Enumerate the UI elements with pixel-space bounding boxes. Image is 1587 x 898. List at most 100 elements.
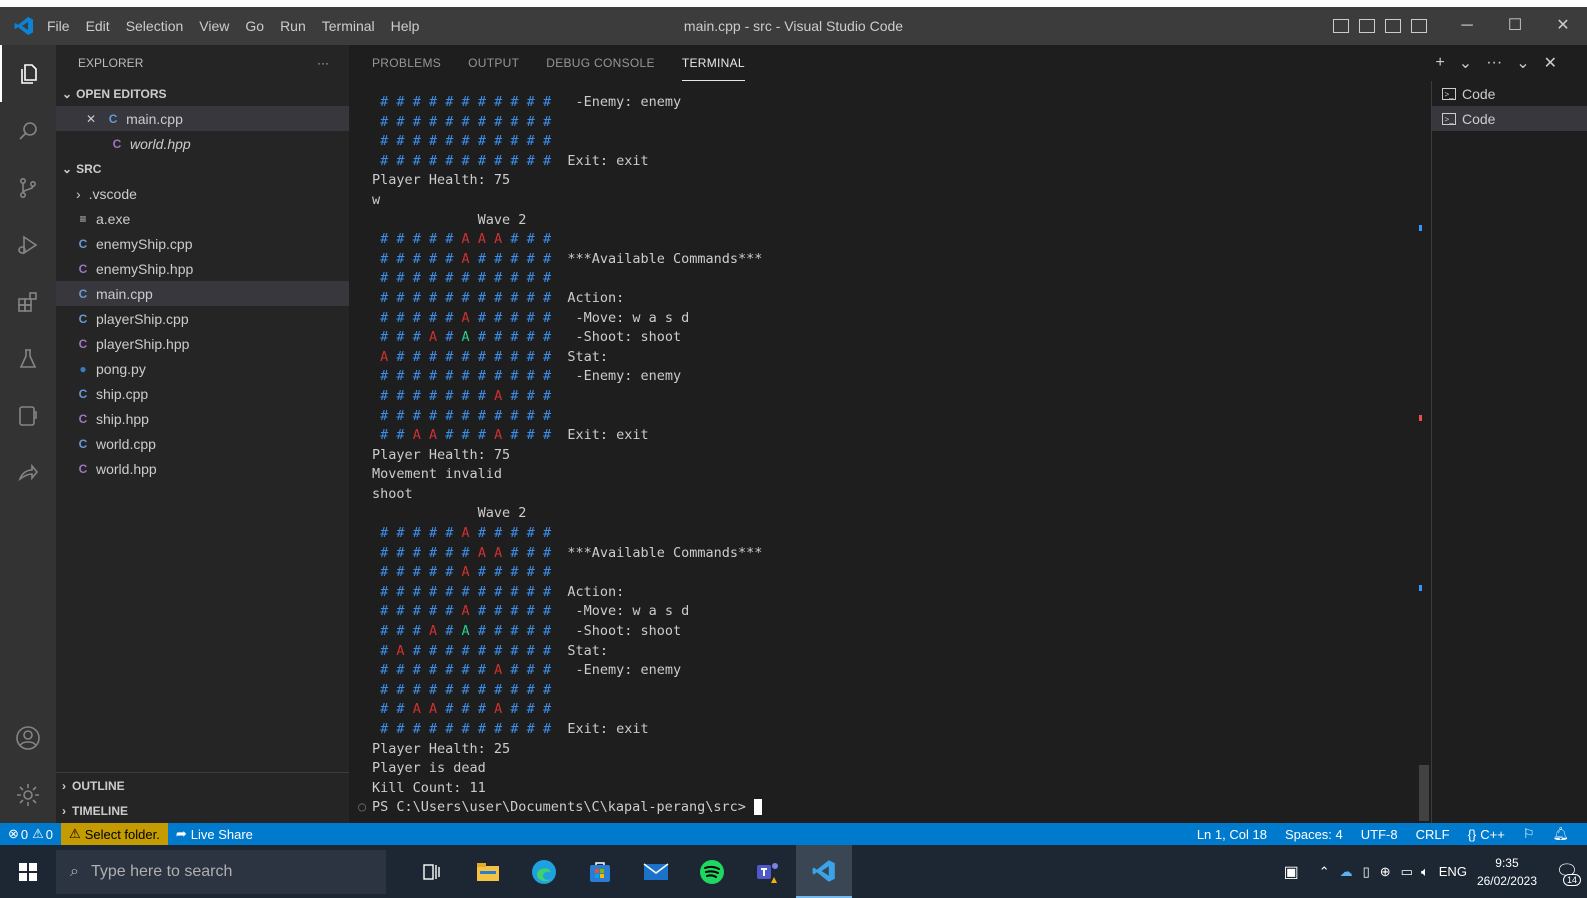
file-item[interactable]: CenemyShip.hpp (56, 256, 349, 281)
warning-icon: ⚠ (69, 826, 81, 841)
outline-section[interactable]: › OUTLINE (56, 773, 349, 798)
indentation[interactable]: Spaces: 4 (1277, 823, 1351, 845)
new-terminal-icon[interactable]: + (1435, 54, 1444, 72)
tab-debug-console[interactable]: DEBUG CONSOLE (546, 45, 655, 81)
notifications-bell-icon[interactable]: 🔔︎ (1544, 823, 1577, 845)
remote-explorer-icon[interactable] (0, 387, 56, 444)
toggle-secondary-sidebar-icon[interactable] (1385, 19, 1401, 33)
store-icon[interactable] (572, 845, 628, 898)
tab-problems[interactable]: PROBLEMS (372, 45, 441, 81)
file-item[interactable]: CenemyShip.cpp (56, 231, 349, 256)
terminal-line: # # # A # A # # # # # -Shoot: shoot (380, 623, 682, 640)
terminal-line: # # # # # # # # # # # -Enemy: enemy (380, 368, 682, 385)
windows-start-icon[interactable] (0, 845, 56, 898)
cursor-position[interactable]: Ln 1, Col 18 (1189, 823, 1275, 845)
terminal-item[interactable]: >_ Code (1432, 81, 1587, 106)
battery-icon[interactable]: ▭ (1401, 864, 1413, 880)
more-actions-icon[interactable]: ··· (317, 56, 329, 70)
menu-run[interactable]: Run (273, 7, 313, 45)
edge-icon[interactable] (516, 845, 572, 898)
testing-icon[interactable] (0, 330, 56, 387)
notification-center-icon[interactable]: 🗨︎ 14 (1547, 845, 1587, 898)
maximize-panel-icon[interactable]: ⌄ (1516, 53, 1529, 73)
extensions-icon[interactable] (0, 273, 56, 330)
timeline-title: TIMELINE (72, 803, 128, 818)
more-actions-icon[interactable]: ··· (1486, 54, 1502, 72)
vscode-icon[interactable] (796, 845, 852, 898)
close-panel-icon[interactable]: ✕ (1544, 53, 1557, 73)
menu-edit[interactable]: Edit (79, 7, 117, 45)
toggle-primary-sidebar-icon[interactable] (1333, 19, 1349, 33)
terminal-output[interactable]: # # # # # # # # # # # -Enemy: enemy # # … (358, 93, 1422, 823)
file-item[interactable]: ≡ a.exe (56, 206, 349, 231)
file-item[interactable]: CplayerShip.hpp (56, 331, 349, 356)
menu-view[interactable]: View (192, 7, 236, 45)
cpp-file-icon: C (78, 286, 88, 301)
teams-icon[interactable] (740, 845, 796, 898)
live-share-feedback-icon[interactable]: ⚐ (1515, 823, 1543, 845)
encoding[interactable]: UTF-8 (1353, 823, 1406, 845)
language-mode[interactable]: {} C++ (1460, 823, 1513, 845)
settings-gear-icon[interactable] (0, 766, 56, 823)
tab-output[interactable]: OUTPUT (468, 45, 519, 81)
close-icon[interactable]: ✕ (86, 112, 96, 126)
file-item[interactable]: Cmain.cpp (56, 281, 349, 306)
terminal-scrollbar[interactable] (1417, 81, 1431, 823)
terminal-line: Player Health: 25 (372, 740, 511, 757)
line-ending[interactable]: CRLF (1408, 823, 1458, 845)
terminal-line: # # # # # # # # # # # (380, 681, 552, 698)
braces-icon: {} (1467, 826, 1477, 842)
live-share-icon[interactable] (0, 444, 56, 501)
taskbar-search-box[interactable]: ⌕ Type here to search (56, 849, 386, 894)
file-item[interactable]: Cworld.hpp (56, 456, 349, 481)
terminal-item[interactable]: >_ Code (1432, 106, 1587, 131)
show-hidden-icons[interactable]: ⌃ (1319, 864, 1330, 880)
open-editors-section[interactable]: ⌄ OPEN EDITORS (56, 81, 349, 106)
vscode-logo-icon[interactable] (8, 7, 40, 45)
news-widget-icon[interactable]: ▣ (1284, 862, 1299, 882)
file-item[interactable]: ● pong.py (56, 356, 349, 381)
file-item[interactable]: Cship.cpp (56, 381, 349, 406)
src-folder-section[interactable]: ⌄ SRC (56, 156, 349, 181)
search-icon[interactable] (0, 102, 56, 159)
minimize-button[interactable]: ─ (1443, 7, 1491, 45)
spotify-icon[interactable] (684, 845, 740, 898)
menu-go[interactable]: Go (238, 7, 271, 45)
file-item[interactable]: Cship.hpp (56, 406, 349, 431)
live-share-status[interactable]: ➦ Live Share (168, 823, 261, 845)
onedrive-icon[interactable]: ☁ (1340, 864, 1353, 880)
select-folder-status[interactable]: ⚠ Select folder. (61, 823, 168, 845)
close-button[interactable]: ✕ (1539, 7, 1587, 45)
scrollbar-thumb[interactable] (1419, 765, 1429, 821)
file-item[interactable]: CplayerShip.cpp (56, 306, 349, 331)
clock[interactable]: 9:35 26/02/2023 (1477, 854, 1537, 890)
terminal-line: # # # # # # # # # # # Exit: exit (380, 152, 649, 169)
timeline-section[interactable]: › TIMELINE (56, 798, 349, 823)
device-icon[interactable]: ▯ (1363, 864, 1370, 880)
file-item[interactable]: Cworld.cpp (56, 431, 349, 456)
customize-layout-icon[interactable] (1411, 19, 1427, 33)
source-control-icon[interactable] (0, 159, 56, 216)
terminal-dropdown-icon[interactable]: ⌄ (1459, 53, 1472, 73)
task-view-icon[interactable] (404, 845, 460, 898)
volume-icon[interactable]: 🔈︎ (1421, 864, 1429, 880)
menu-terminal[interactable]: Terminal (315, 7, 382, 45)
folder-vscode[interactable]: › .vscode (56, 181, 349, 206)
language-indicator[interactable]: ENG (1439, 864, 1467, 879)
explorer-header: EXPLORER ··· (56, 45, 349, 81)
menu-help[interactable]: Help (384, 7, 427, 45)
account-icon[interactable] (0, 709, 56, 766)
file-explorer-icon[interactable] (460, 845, 516, 898)
problems-status[interactable]: ⊗ 0 ⚠ 0 (0, 823, 61, 845)
tab-terminal[interactable]: TERMINAL (681, 45, 745, 81)
explorer-icon[interactable] (0, 45, 56, 102)
mail-icon[interactable] (628, 845, 684, 898)
menu-file[interactable]: File (40, 7, 77, 45)
maximize-button[interactable]: ☐ (1491, 7, 1539, 45)
toggle-panel-icon[interactable] (1359, 19, 1375, 33)
run-debug-icon[interactable] (0, 216, 56, 273)
network-icon[interactable]: ⊕ (1380, 864, 1391, 880)
menu-selection[interactable]: Selection (119, 7, 191, 45)
open-editor-main-cpp[interactable]: ✕ C main.cpp (56, 106, 349, 131)
open-editor-world-hpp[interactable]: C world.hpp (56, 131, 349, 156)
